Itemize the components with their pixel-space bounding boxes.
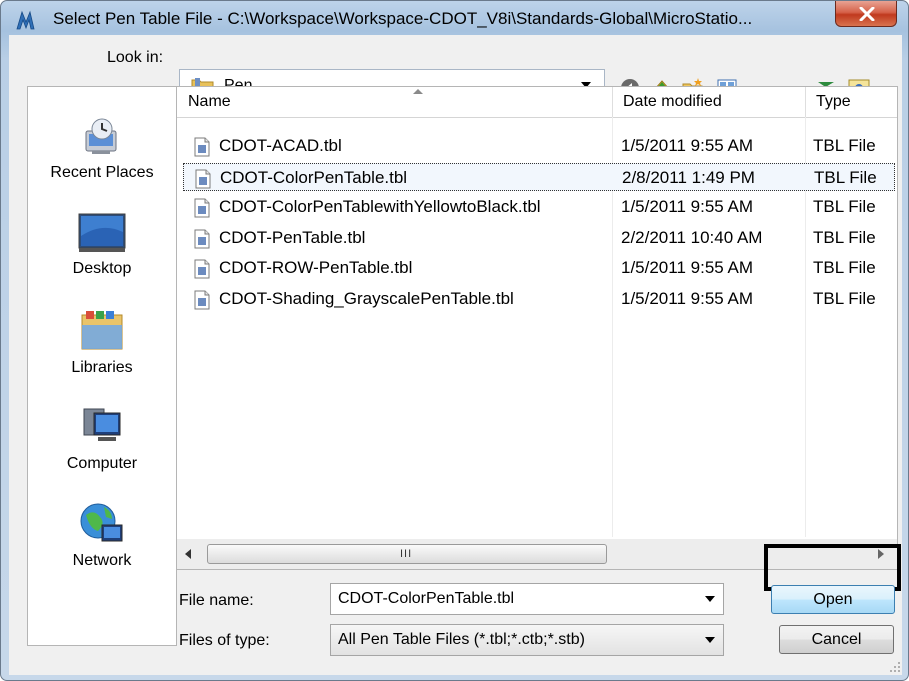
file-icon: [194, 198, 210, 218]
resize-grip-icon[interactable]: [889, 661, 901, 673]
microstation-app-icon: [16, 10, 35, 30]
libraries-icon: [81, 311, 123, 350]
close-icon: [859, 7, 875, 21]
desktop-icon: [78, 213, 126, 252]
file-date: 1/5/2011 9:55 AM: [621, 288, 754, 308]
file-icon: [194, 229, 210, 248]
scrollbar-thumb[interactable]: III: [207, 544, 607, 564]
network-icon: [80, 503, 123, 542]
close-button[interactable]: [835, 1, 897, 27]
file-date: 1/5/2011 9:55 AM: [621, 197, 754, 216]
file-icon: [194, 290, 210, 309]
file-name: CDOT-PenTable.tbl: [219, 227, 366, 247]
file-type: TBL File: [813, 288, 876, 308]
file-icon: [195, 169, 211, 188]
file-row[interactable]: CDOT-PenTable.tbl 2/2/2011 10:40 AM TBL Fi…: [183, 224, 895, 252]
file-date: 1/5/2011 9:55 AM: [621, 258, 754, 277]
cancel-button[interactable]: Cancel: [779, 625, 894, 654]
scrollbar-grip: III: [400, 548, 413, 560]
place-label: Computer: [66, 455, 138, 472]
place-libraries[interactable]: Libraries: [28, 309, 176, 399]
place-label: Network: [72, 552, 132, 569]
files-of-type-label: Files of type:: [179, 632, 270, 649]
place-desktop[interactable]: Desktop: [28, 212, 176, 302]
file-icon: [194, 259, 210, 279]
place-network[interactable]: Network: [28, 501, 176, 591]
file-list[interactable]: Name Date modified Type CDOT-ACAD.tbl 1/5…: [177, 86, 898, 570]
place-label: Recent Places: [50, 164, 154, 181]
place-computer[interactable]: Computer: [28, 405, 176, 495]
files-of-type-value: All Pen Table Files (*.tbl;*.ctb;*.stb): [338, 631, 585, 648]
title-bar[interactable]: Select Pen Table File - C:\Workspace\Wor…: [1, 1, 908, 35]
file-date: 1/5/2011 9:55 AM: [621, 136, 754, 155]
file-type: TBL File: [813, 258, 876, 277]
file-date: 2/8/2011 1:49 PM: [622, 167, 755, 187]
file-name-value: CDOT-ColorPenTable.tbl: [338, 590, 515, 607]
file-type: TBL File: [813, 136, 876, 155]
files-of-type-select[interactable]: All Pen Table Files (*.tbl;*.ctb;*.stb): [330, 624, 724, 656]
chevron-down-icon[interactable]: [705, 596, 715, 602]
chevron-down-icon[interactable]: [705, 637, 715, 643]
file-name: CDOT-ROW-PenTable.tbl: [219, 258, 413, 277]
file-row[interactable]: CDOT-ROW-PenTable.tbl 1/5/2011 9:55 AM TBL…: [183, 254, 895, 282]
open-button[interactable]: Open: [771, 585, 895, 614]
file-name-input[interactable]: CDOT-ColorPenTable.tbl: [330, 583, 724, 615]
file-name-label: File name:: [179, 592, 254, 609]
place-recent-places[interactable]: Recent Places: [28, 117, 176, 203]
scroll-left-icon[interactable]: [185, 549, 191, 559]
file-row[interactable]: CDOT-ColorPenTablewithYellowtoBlack.tbl 1…: [183, 193, 895, 221]
look-in-label: Look in:: [107, 49, 164, 66]
open-button-focus-frame: [764, 544, 901, 591]
file-row[interactable]: CDOT-ACAD.tbl 1/5/2011 9:55 AM TBL File: [183, 132, 895, 160]
file-name: CDOT-ColorPenTablewithYellowtoBlack.tbl: [219, 197, 541, 216]
places-bar: Recent Places Desktop Libraries Computer…: [27, 86, 177, 646]
file-name: CDOT-Shading_GrayscalePenTable.tbl: [219, 288, 514, 308]
file-row[interactable]: CDOT-ColorPenTable.tbl 2/8/2011 1:49 PM TB…: [183, 162, 895, 191]
file-type: TBL File: [813, 227, 876, 247]
dialog-window: Select Pen Table File - C:\Workspace\Wor…: [0, 0, 909, 681]
column-type[interactable]: Type: [805, 87, 897, 117]
place-label: Libraries: [71, 359, 133, 376]
window-title: Select Pen Table File - C:\Workspace\Wor…: [53, 9, 753, 28]
file-name: CDOT-ColorPenTable.tbl: [220, 167, 408, 187]
file-icon: [194, 137, 210, 157]
file-date: 2/2/2011 10:40 AM: [621, 227, 763, 247]
file-row[interactable]: CDOT-Shading_GrayscalePenTable.tbl 1/5/20…: [183, 285, 895, 313]
column-header: Name Date modified Type: [177, 87, 897, 118]
file-name: CDOT-ACAD.tbl: [219, 136, 342, 155]
column-date-modified[interactable]: Date modified: [612, 87, 805, 117]
file-type: TBL File: [814, 167, 877, 187]
place-label: Desktop: [72, 260, 132, 277]
file-type: TBL File: [813, 197, 876, 216]
computer-icon: [83, 408, 121, 441]
column-name[interactable]: Name: [177, 87, 612, 117]
recent-places-icon: [85, 118, 117, 154]
